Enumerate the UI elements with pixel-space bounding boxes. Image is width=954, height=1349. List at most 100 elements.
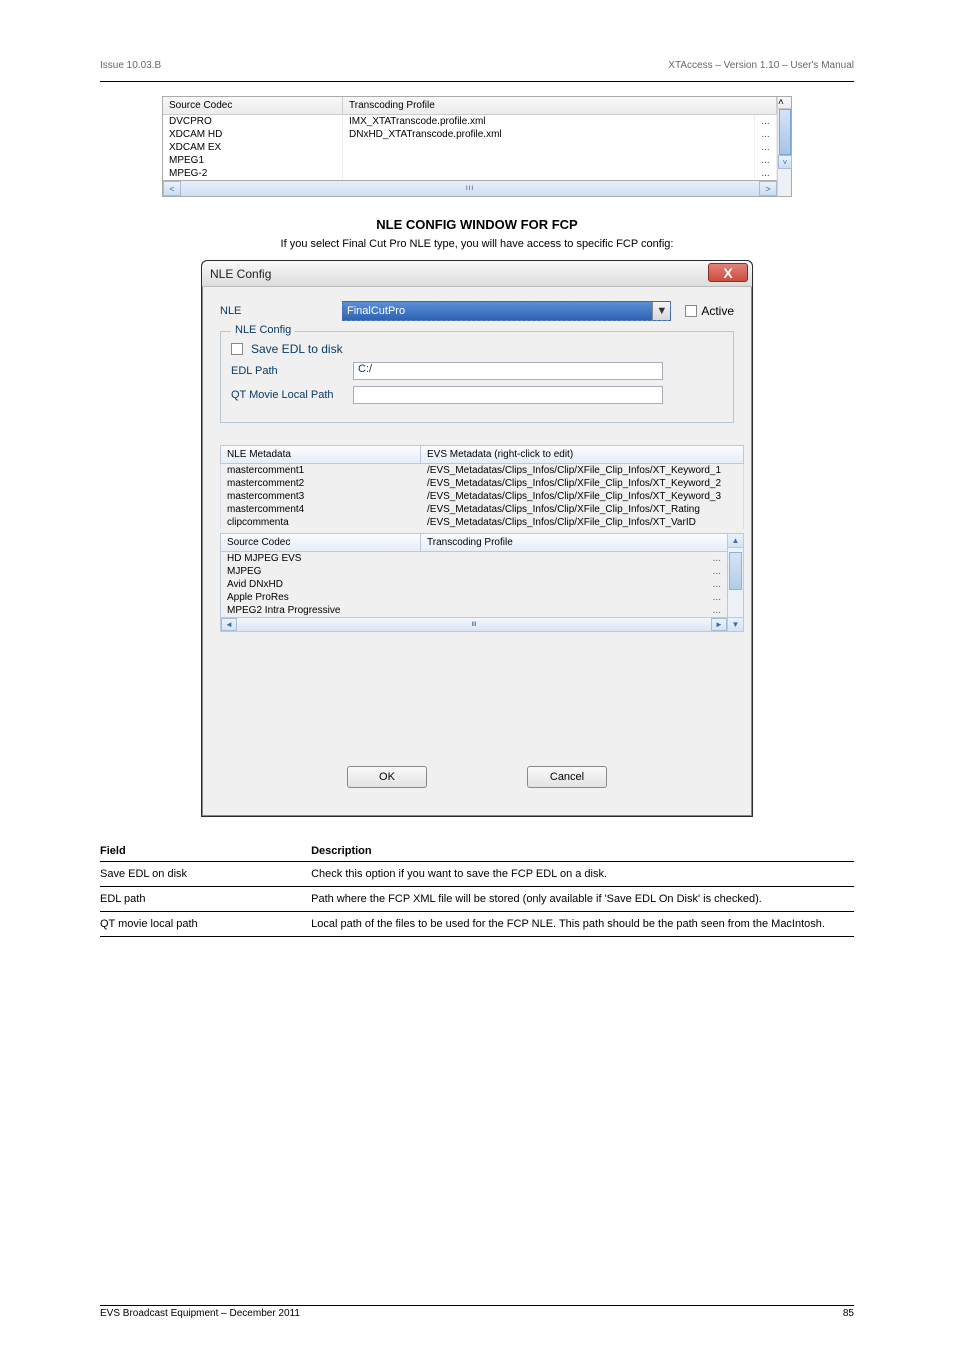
table-row[interactable]: MPEG1 ...: [163, 154, 777, 167]
table-row: EDL path Path where the FCP XML file wil…: [100, 887, 854, 912]
browse-button[interactable]: ...: [755, 167, 777, 180]
cancel-button[interactable]: Cancel: [527, 766, 607, 788]
h-scrollbar[interactable]: ◄ III ►: [221, 617, 727, 631]
browse-button[interactable]: ...: [755, 115, 777, 128]
table-row[interactable]: mastercomment3 /EVS_Metadatas/Clips_Info…: [220, 490, 744, 503]
scroll-thumb[interactable]: [779, 109, 791, 155]
browse-button[interactable]: ...: [421, 565, 727, 578]
cell-field: Save EDL on disk: [100, 868, 311, 880]
nle-config-dialog: NLE Config X NLE FinalCutPro ▼ Active NL…: [201, 260, 753, 817]
col-field: Field: [100, 845, 311, 857]
browse-button[interactable]: ...: [755, 128, 777, 141]
save-edl-checkbox[interactable]: [231, 343, 243, 355]
col-source-codec[interactable]: Source Codec: [163, 97, 343, 114]
table-row[interactable]: MJPEG ...: [221, 565, 727, 578]
footer-right: 85: [843, 1308, 854, 1319]
active-checkbox[interactable]: [685, 305, 697, 317]
cell-field: QT movie local path: [100, 918, 311, 930]
footer-left: EVS Broadcast Equipment – December 2011: [100, 1308, 300, 1319]
cell-codec: XDCAM EX: [163, 141, 343, 154]
scroll-left-icon[interactable]: ◄: [221, 618, 237, 631]
table-row[interactable]: mastercomment1 /EVS_Metadatas/Clips_Info…: [220, 464, 744, 477]
browse-button[interactable]: ...: [421, 578, 727, 591]
cell-evs: /EVS_Metadatas/Clips_Infos/Clip/XFile_Cl…: [421, 516, 743, 529]
col-transcoding-profile[interactable]: Transcoding Profile: [343, 97, 777, 114]
table-row[interactable]: mastercomment2 /EVS_Metadatas/Clips_Info…: [220, 477, 744, 490]
browse-button[interactable]: ...: [421, 591, 727, 604]
scroll-down-icon[interactable]: ˅: [778, 155, 792, 169]
cell-nle: mastercomment3: [221, 490, 421, 503]
cell-field: EDL path: [100, 893, 311, 905]
qt-path-label: QT Movie Local Path: [231, 389, 353, 401]
table-row[interactable]: XDCAM EX ...: [163, 141, 777, 154]
cell-desc: Path where the FCP XML file will be stor…: [311, 893, 854, 905]
browse-button[interactable]: ...: [421, 604, 727, 617]
scroll-track[interactable]: III: [181, 181, 759, 196]
doc-header-left: Issue 10.03.B: [100, 60, 161, 71]
chevron-down-icon[interactable]: ▼: [652, 302, 670, 320]
close-button[interactable]: X: [708, 263, 748, 282]
cell-nle: mastercomment2: [221, 477, 421, 490]
cell-profile: IMX_XTATranscode.profile.xml: [343, 115, 755, 128]
scroll-thumb[interactable]: [729, 552, 742, 590]
table-row[interactable]: DVCPRO IMX_XTATranscode.profile.xml ...: [163, 115, 777, 128]
section-title: NLE CONFIG WINDOW FOR FCP: [100, 217, 854, 232]
col-transcoding-profile[interactable]: Transcoding Profile: [421, 534, 727, 551]
titlebar[interactable]: NLE Config X: [202, 261, 752, 287]
cell-profile: [343, 154, 755, 167]
v-scrollbar[interactable]: ˄ ˅: [777, 97, 791, 196]
table-row[interactable]: Avid DNxHD ...: [221, 578, 727, 591]
cell-profile: DNxHD_XTATranscode.profile.xml: [343, 128, 755, 141]
table-row[interactable]: XDCAM HD DNxHD_XTATranscode.profile.xml …: [163, 128, 777, 141]
nle-select[interactable]: FinalCutPro ▼: [342, 301, 671, 321]
col-description: Description: [311, 845, 854, 857]
scroll-track[interactable]: [728, 548, 743, 617]
metadata-table: NLE Metadata EVS Metadata (right-click t…: [220, 445, 744, 529]
cell-codec: Apple ProRes: [221, 591, 421, 604]
cell-nle: mastercomment4: [221, 503, 421, 516]
table-row[interactable]: clipcommenta /EVS_Metadatas/Clips_Infos/…: [220, 516, 744, 529]
browse-button[interactable]: ...: [755, 154, 777, 167]
cell-evs: /EVS_Metadatas/Clips_Infos/Clip/XFile_Cl…: [421, 464, 743, 477]
browse-button[interactable]: ...: [421, 552, 727, 565]
ok-button[interactable]: OK: [347, 766, 427, 788]
v-scrollbar[interactable]: ▲ ▼: [728, 533, 744, 632]
scroll-left-icon[interactable]: <: [163, 181, 181, 196]
section-paragraph: If you select Final Cut Pro NLE type, yo…: [100, 238, 854, 250]
h-scrollbar[interactable]: < III >: [163, 180, 777, 196]
table-row[interactable]: Apple ProRes ...: [221, 591, 727, 604]
cell-codec: MPEG-2: [163, 167, 343, 180]
doc-footer: EVS Broadcast Equipment – December 2011 …: [100, 1305, 854, 1319]
col-nle-metadata[interactable]: NLE Metadata: [221, 446, 421, 463]
scroll-right-icon[interactable]: >: [759, 181, 777, 196]
table-row[interactable]: HD MJPEG EVS ...: [221, 552, 727, 565]
scroll-up-icon[interactable]: ▲: [728, 534, 743, 548]
scroll-up-icon[interactable]: ˄: [778, 97, 791, 109]
table-row[interactable]: mastercomment4 /EVS_Metadatas/Clips_Info…: [220, 503, 744, 516]
table1-rows: DVCPRO IMX_XTATranscode.profile.xml ... …: [163, 115, 777, 180]
table-row[interactable]: MPEG-2 ...: [163, 167, 777, 180]
cell-evs: /EVS_Metadatas/Clips_Infos/Clip/XFile_Cl…: [421, 503, 743, 516]
transcoding-table-top: Source Codec Transcoding Profile DVCPRO …: [162, 96, 792, 197]
codec-table: Source Codec Transcoding Profile HD MJPE…: [220, 533, 744, 632]
cell-codec: Avid DNxHD: [221, 578, 421, 591]
table-row: QT movie local path Local path of the fi…: [100, 912, 854, 937]
dialog-title: NLE Config: [210, 267, 271, 281]
scroll-right-icon[interactable]: ►: [711, 618, 727, 631]
nle-label: NLE: [220, 305, 342, 317]
cell-desc: Local path of the files to be used for t…: [311, 918, 854, 930]
table-row[interactable]: MPEG2 Intra Progressive ...: [221, 604, 727, 617]
col-source-codec[interactable]: Source Codec: [221, 534, 421, 551]
cell-evs: /EVS_Metadatas/Clips_Infos/Clip/XFile_Cl…: [421, 477, 743, 490]
scroll-track[interactable]: III: [237, 618, 711, 631]
qt-path-input[interactable]: [353, 386, 663, 404]
doc-header-rule: [100, 81, 854, 82]
edl-path-input[interactable]: C:/: [353, 362, 663, 380]
col-evs-metadata[interactable]: EVS Metadata (right-click to edit): [421, 446, 743, 463]
cell-codec: HD MJPEG EVS: [221, 552, 421, 565]
edl-path-label: EDL Path: [231, 365, 353, 377]
scroll-down-icon[interactable]: ▼: [728, 617, 743, 631]
cell-codec: MPEG1: [163, 154, 343, 167]
nle-select-value: FinalCutPro: [347, 305, 405, 317]
browse-button[interactable]: ...: [755, 141, 777, 154]
